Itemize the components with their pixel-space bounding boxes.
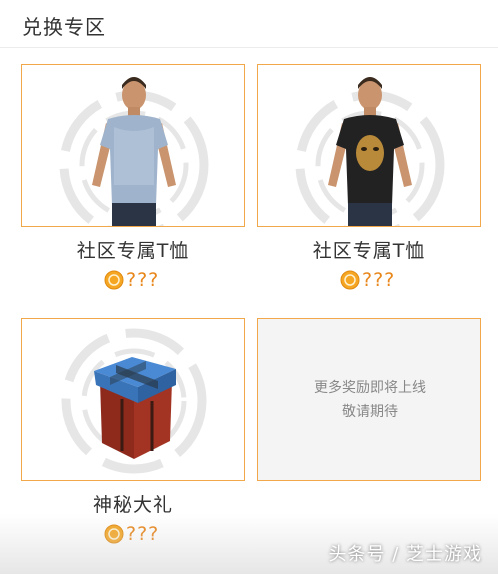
page-header: 兑换专区 xyxy=(0,0,498,48)
blue-tshirt-character-image xyxy=(92,77,176,226)
reward-price-value: ??? xyxy=(362,269,396,291)
watermark: 头条号 / 芝士游戏 xyxy=(328,544,482,565)
page-title: 兑换专区 xyxy=(22,15,106,39)
coin-icon xyxy=(340,270,360,290)
coming-soon-card: 更多奖励即将上线 敬请期待 xyxy=(257,318,481,481)
reward-name: 神秘大礼 xyxy=(92,494,173,516)
reward-card-mystery-gift[interactable] xyxy=(21,318,245,481)
reward-price-value: ??? xyxy=(126,269,160,291)
black-tshirt-character-image xyxy=(328,77,412,226)
reward-card-tshirt-blue[interactable] xyxy=(21,64,245,227)
reward-name: 社区专属T恤 xyxy=(312,240,426,262)
supply-crate-image xyxy=(94,357,176,459)
coming-soon-line1: 更多奖励即将上线 xyxy=(314,380,426,396)
reward-price: ??? xyxy=(340,269,395,291)
reward-name: 社区专属T恤 xyxy=(76,240,190,262)
coin-icon xyxy=(104,270,124,290)
coming-soon-line2: 敬请期待 xyxy=(342,404,398,420)
reward-price: ??? xyxy=(104,269,159,291)
reward-card-tshirt-black[interactable] xyxy=(257,64,481,227)
